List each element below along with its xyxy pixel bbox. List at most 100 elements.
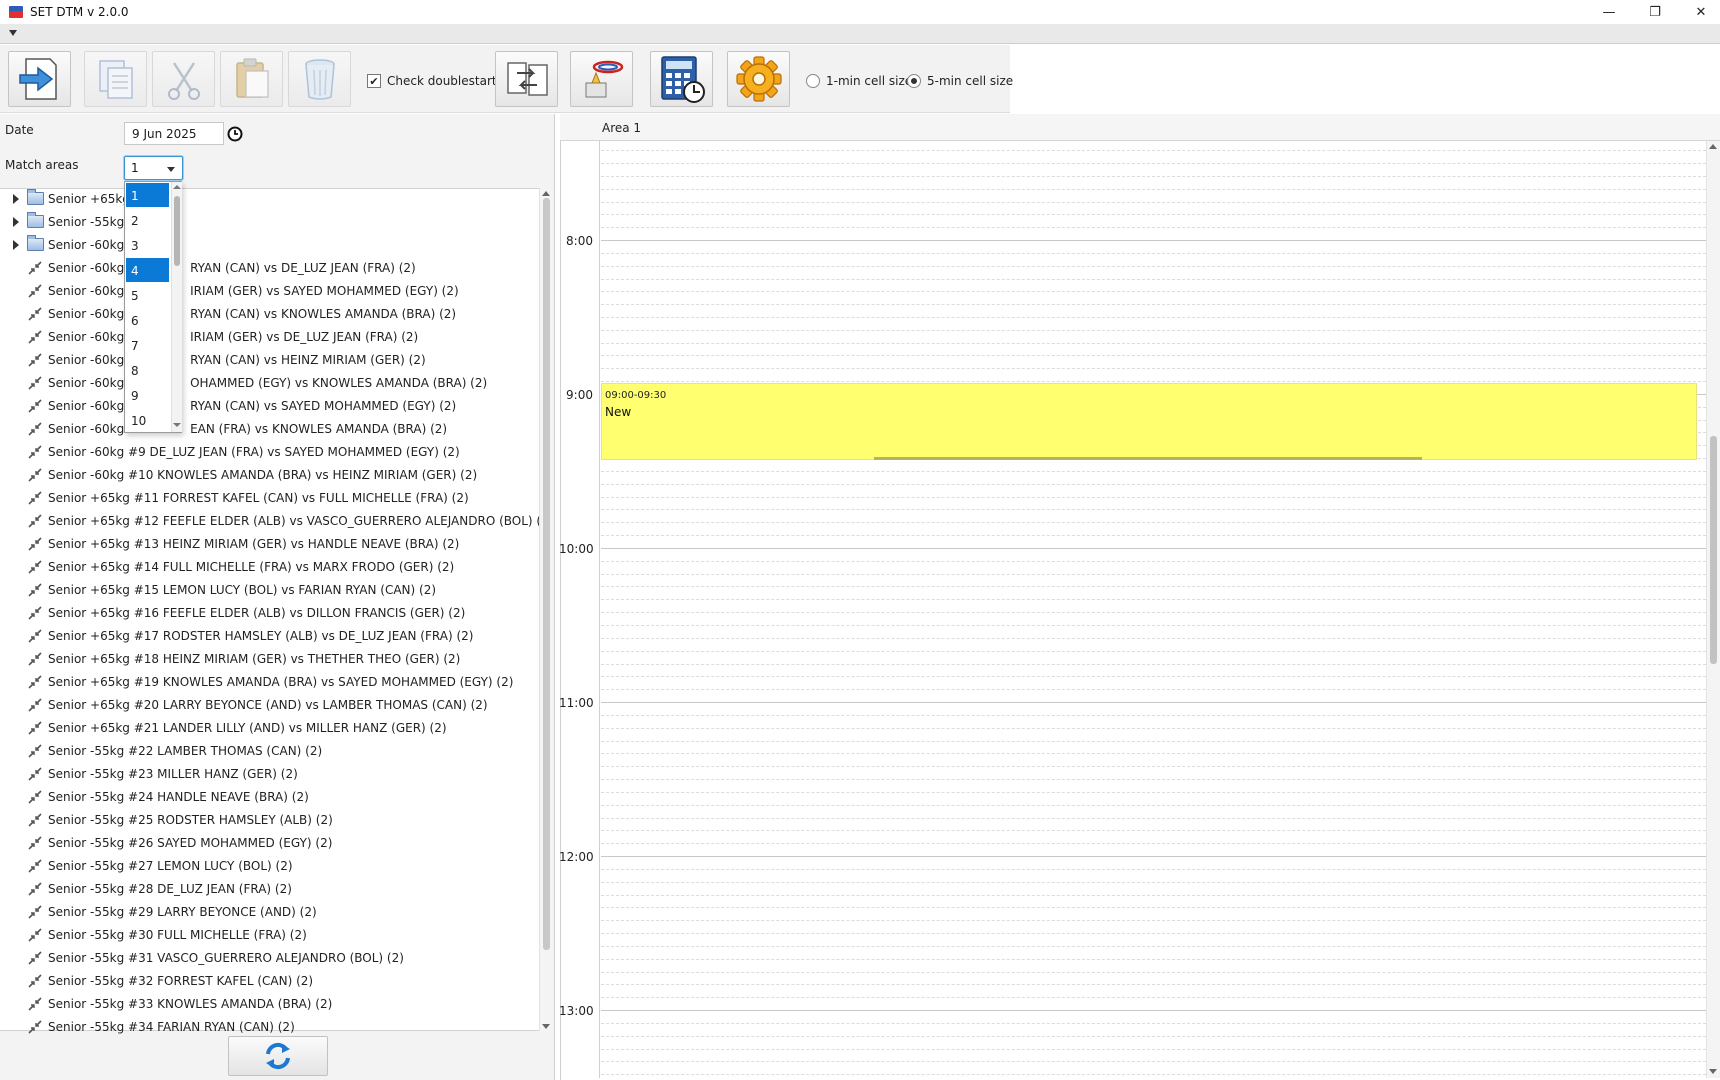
- dropdown-scroll-down-icon[interactable]: [173, 423, 181, 427]
- cut-button[interactable]: [152, 51, 215, 107]
- tree-match-row[interactable]: Senior -60kg #9 DE_LUZ JEAN (FRA) vs SAY…: [0, 440, 460, 463]
- dropdown-scrollbar-thumb[interactable]: [174, 196, 180, 266]
- tree-match-row[interactable]: Senior -55kg #25 RODSTER HAMSLEY (ALB) (…: [0, 808, 333, 831]
- match-arrows-icon: [28, 720, 42, 735]
- tree-match-row[interactable]: Senior -55kg #32 FORREST KAFEL (CAN) (2): [0, 969, 313, 992]
- date-field[interactable]: 9 Jun 2025: [124, 122, 224, 145]
- tree-match-row[interactable]: Senior +65kg #11 FORREST KAFEL (CAN) vs …: [0, 486, 469, 509]
- match-label-continued: EAN (FRA) vs KNOWLES AMANDA (BRA) (2): [190, 421, 448, 436]
- match-label: Senior -55kg #32 FORREST KAFEL (CAN) (2): [48, 973, 314, 988]
- menu-dropdown-arrow-icon[interactable]: [9, 30, 17, 36]
- cell-size-5min-option[interactable]: 5-min cell size: [907, 74, 1013, 88]
- cell-size-5min-radio[interactable]: [907, 74, 921, 88]
- expand-arrow-icon[interactable]: [13, 216, 19, 227]
- tree-match-row[interactable]: Senior -55kg #26 SAYED MOHAMMED (EGY) (2…: [0, 831, 332, 854]
- scroll-down-icon[interactable]: [542, 1024, 550, 1029]
- five-minute-gridline: [601, 959, 1706, 960]
- tree-match-row[interactable]: Senior +65kg #18 HEINZ MIRIAM (GER) vs T…: [0, 647, 460, 670]
- tree-match-row[interactable]: Senior -55kg #34 FARIAN RYAN (CAN) (2): [0, 1015, 295, 1038]
- match-label-continued: IRIAM (GER) vs DE_LUZ JEAN (FRA) (2): [190, 329, 419, 344]
- match-arrows-icon: [28, 536, 42, 551]
- tree-match-row[interactable]: Senior +65kg #17 RODSTER HAMSLEY (ALB) v…: [0, 624, 473, 647]
- dropdown-option[interactable]: 6: [126, 308, 169, 332]
- dropdown-option[interactable]: 8: [126, 358, 169, 382]
- five-minute-gridline: [601, 830, 1706, 831]
- tree-match-row[interactable]: Senior +65kg #15 LEMON LUCY (BOL) vs FAR…: [0, 578, 436, 601]
- tree-group-row[interactable]: Senior -60kg (: [0, 233, 133, 256]
- tree-match-row[interactable]: Senior -55kg #28 DE_LUZ JEAN (FRA) (2): [0, 877, 292, 900]
- tree-match-row[interactable]: Senior -55kg #33 KNOWLES AMANDA (BRA) (2…: [0, 992, 332, 1015]
- dropdown-scroll-up-icon[interactable]: [173, 185, 181, 189]
- dropdown-option[interactable]: 3: [126, 233, 169, 257]
- tree-match-row[interactable]: Senior +65kg #14 FULL MICHELLE (FRA) vs …: [0, 555, 454, 578]
- cell-size-1min-option[interactable]: 1-min cell size: [806, 74, 912, 88]
- tree-match-row[interactable]: Senior +65kg #20 LARRY BEYONCE (AND) vs …: [0, 693, 488, 716]
- clock-icon[interactable]: [227, 126, 243, 142]
- tree-match-row[interactable]: Senior -55kg #27 LEMON LUCY (BOL) (2): [0, 854, 293, 877]
- copy-button[interactable]: [84, 51, 147, 107]
- tree-match-row[interactable]: Senior +65kg #12 FEEFLE ELDER (ALB) vs V…: [0, 509, 553, 532]
- paste-button[interactable]: [220, 51, 283, 107]
- tree-match-row[interactable]: Senior -60kg # IRIAM (GER) vs DE_LUZ JEAN…: [0, 325, 418, 348]
- tree-match-row[interactable]: Senior -60kg # RYAN (CAN) vs SAYED MOHAMM…: [0, 394, 456, 417]
- close-button[interactable]: ✕: [1678, 0, 1720, 24]
- tree-match-row[interactable]: Senior -55kg #24 HANDLE NEAVE (BRA) (2): [0, 785, 309, 808]
- tree-match-row[interactable]: Senior -60kg # EAN (FRA) vs KNOWLES AMAND…: [0, 417, 447, 440]
- settings-button[interactable]: [727, 51, 790, 107]
- match-areas-select[interactable]: 1: [124, 156, 183, 180]
- refresh-button[interactable]: [228, 1036, 328, 1076]
- tree-match-row[interactable]: Senior -60kg #10 KNOWLES AMANDA (BRA) vs…: [0, 463, 477, 486]
- dropdown-option[interactable]: 5: [126, 283, 169, 307]
- tree-match-row[interactable]: Senior -55kg #29 LARRY BEYONCE (AND) (2): [0, 900, 317, 923]
- scroll-up-icon[interactable]: [542, 191, 550, 196]
- match-arrows-icon: [28, 996, 42, 1011]
- tree-match-row[interactable]: Senior -55kg #31 VASCO_GUERRERO ALEJANDR…: [0, 946, 404, 969]
- tree-match-row[interactable]: Senior -55kg #23 MILLER HANZ (GER) (2): [0, 762, 298, 785]
- minimize-button[interactable]: —: [1586, 0, 1632, 24]
- five-minute-gridline: [601, 895, 1706, 896]
- tree-match-row[interactable]: Senior +65kg #21 LANDER LILLY (AND) vs M…: [0, 716, 447, 739]
- tree-match-row[interactable]: Senior +65kg #13 HEINZ MIRIAM (GER) vs H…: [0, 532, 459, 555]
- tree-match-row[interactable]: Senior +65kg #19 KNOWLES AMANDA (BRA) vs…: [0, 670, 513, 693]
- tree-group-row[interactable]: Senior -55kg (: [0, 210, 133, 233]
- tree-match-row[interactable]: Senior -60kg # RYAN (CAN) vs HEINZ MIRIAM…: [0, 348, 426, 371]
- schedule-scroll-up-icon[interactable]: [1709, 144, 1717, 149]
- tree-scrollbar-thumb[interactable]: [543, 198, 550, 950]
- tree-match-row[interactable]: Senior -60kg # RYAN (CAN) vs KNOWLES AMAN…: [0, 302, 456, 325]
- gear-icon: [735, 56, 782, 102]
- restore-button[interactable]: ❐: [1632, 0, 1678, 24]
- event-resize-handle[interactable]: [874, 457, 1422, 460]
- match-label: Senior +65kg #18 HEINZ MIRIAM (GER) vs T…: [48, 651, 461, 666]
- expand-arrow-icon[interactable]: [13, 193, 19, 204]
- dropdown-option[interactable]: 7: [126, 333, 169, 357]
- check-doublestarts-option[interactable]: ✔ Check doublestarts: [367, 74, 503, 88]
- dropdown-option[interactable]: 1: [126, 183, 169, 207]
- tree-match-row[interactable]: Senior -55kg #22 LAMBER THOMAS (CAN) (2): [0, 739, 322, 762]
- cell-size-1min-radio[interactable]: [806, 74, 820, 88]
- dropdown-option[interactable]: 10: [126, 408, 169, 432]
- tree-match-row[interactable]: Senior -60kg # RYAN (CAN) vs DE_LUZ JEAN …: [0, 256, 416, 279]
- hour-label: 11:00: [559, 696, 594, 710]
- schedule-scroll-down-icon[interactable]: [1709, 1069, 1717, 1074]
- tree-match-row[interactable]: Senior -60kg # OHAMMED (EGY) vs KNOWLES A…: [0, 371, 487, 394]
- swap-button[interactable]: [495, 51, 558, 107]
- check-doublestarts-checkbox[interactable]: ✔: [367, 74, 381, 88]
- dropdown-option[interactable]: 9: [126, 383, 169, 407]
- dropdown-option[interactable]: 4: [126, 258, 169, 282]
- five-minute-gridline: [601, 715, 1706, 716]
- schedule-scrollbar-thumb[interactable]: [1710, 436, 1717, 664]
- five-minute-gridline: [601, 920, 1706, 921]
- tree-match-row[interactable]: Senior -60kg # IRIAM (GER) vs SAYED MOHAM…: [0, 279, 459, 302]
- import-button[interactable]: [8, 51, 71, 107]
- tree-match-row[interactable]: Senior -55kg #30 FULL MICHELLE (FRA) (2): [0, 923, 307, 946]
- export-button[interactable]: [570, 51, 633, 107]
- match-arrows-icon: [28, 881, 42, 896]
- delete-button[interactable]: [288, 51, 351, 107]
- expand-arrow-icon[interactable]: [13, 239, 19, 250]
- dropdown-option[interactable]: 2: [126, 208, 169, 232]
- tree-match-row[interactable]: Senior +65kg #16 FEEFLE ELDER (ALB) vs D…: [0, 601, 465, 624]
- cell-size-1min-label: 1-min cell size: [826, 74, 913, 88]
- calculate-schedule-button[interactable]: [650, 51, 713, 107]
- schedule-event[interactable]: 09:00-09:30 New: [601, 383, 1697, 460]
- tree-group-row[interactable]: Senior +65kg (: [0, 187, 138, 210]
